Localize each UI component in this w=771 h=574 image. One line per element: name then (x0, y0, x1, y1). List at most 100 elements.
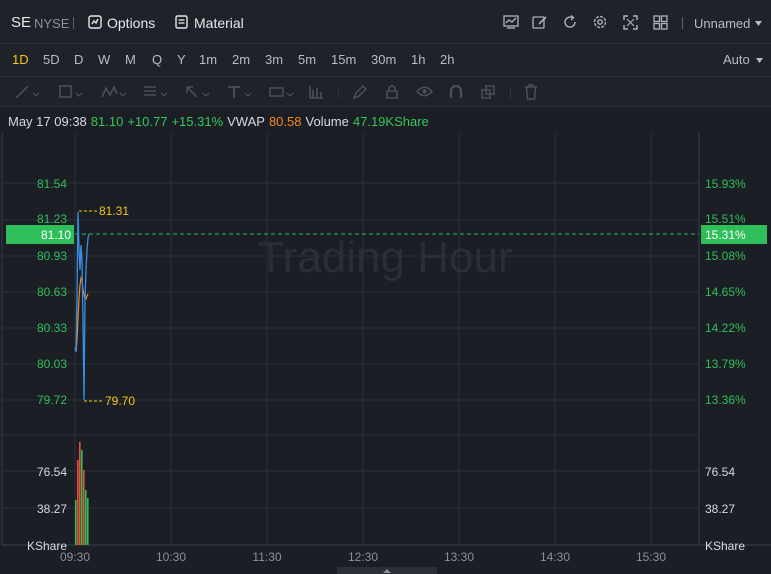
chart-icon[interactable] (503, 15, 519, 29)
options-icon[interactable] (88, 15, 102, 29)
period-y[interactable]: Y (177, 52, 186, 67)
top-toolbar: SE NYSE Options Material Unnamed (0, 0, 771, 44)
price-axis-label: 81.23 (37, 212, 67, 226)
volume-axis-label: 76.54 (37, 465, 67, 479)
high-marker-label: 81.31 (99, 204, 129, 218)
price-axis-label: 80.63 (37, 285, 67, 299)
pen-icon[interactable] (352, 84, 368, 100)
period-1h[interactable]: 1h (411, 52, 425, 67)
period-30m[interactable]: 30m (371, 52, 396, 67)
layout-grid-icon[interactable] (653, 15, 668, 30)
period-1m[interactable]: 1m (199, 52, 217, 67)
symbol-label[interactable]: SE (11, 14, 31, 31)
separator (510, 86, 511, 99)
exchange-label: NYSE (34, 16, 70, 31)
trash-icon[interactable] (524, 84, 538, 100)
period-d[interactable]: D (74, 52, 83, 67)
line-tool-icon[interactable] (14, 84, 40, 100)
quote-price: 81.10 (90, 114, 124, 129)
arrow-tool-icon[interactable] (184, 84, 210, 100)
indicator-tool-icon[interactable] (308, 84, 324, 100)
price-axis-label: 80.93 (37, 249, 67, 263)
quote-datetime: May 17 09:38 (8, 114, 87, 129)
pct-axis-label: 15.08% (705, 249, 746, 263)
vwap-label: VWAP (227, 114, 265, 129)
time-axis-label: 12:30 (348, 550, 378, 564)
volume-bar (83, 470, 85, 545)
caret-down-icon[interactable] (756, 58, 763, 63)
volume-axis-label: 76.54 (705, 465, 735, 479)
volume-unit-label: KShare (705, 539, 745, 553)
period-bar: 1D 5D D W M Q Y 1m 2m 3m 5m 15m 30m 1h 2… (0, 44, 771, 77)
current-pct-tag-label: 15.31% (705, 228, 746, 242)
measure-tool-icon[interactable] (268, 84, 294, 100)
layout-name-select[interactable]: Unnamed (694, 16, 750, 31)
lock-icon[interactable] (384, 84, 400, 100)
refresh-icon[interactable] (562, 14, 578, 30)
price-axis-label: 80.33 (37, 321, 67, 335)
volume-value: 47.19KShare (352, 114, 429, 129)
vwap-value: 80.58 (268, 114, 302, 129)
period-1d[interactable]: 1D (12, 52, 29, 67)
period-q[interactable]: Q (152, 52, 162, 67)
options-button[interactable]: Options (107, 15, 155, 31)
separator (73, 17, 74, 29)
time-axis-label: 13:30 (444, 550, 474, 564)
period-15m[interactable]: 15m (331, 52, 356, 67)
quote-change: +10.77 (127, 114, 168, 129)
period-5d[interactable]: 5D (43, 52, 60, 67)
watermark: Trading Hour (257, 233, 512, 282)
quote-info-bar: May 17 09:38 81.10 +10.77 +15.31% VWAP 80.58 V… (0, 107, 771, 133)
volume-bar (85, 490, 87, 545)
pct-axis-label: 13.79% (705, 357, 746, 371)
volume-label: Volume (305, 114, 349, 129)
period-m[interactable]: M (125, 52, 136, 67)
time-axis-label: 10:30 (156, 550, 186, 564)
volume-axis-label: 38.27 (705, 502, 735, 516)
pct-axis-label: 15.51% (705, 212, 746, 226)
fullscreen-icon[interactable] (623, 15, 638, 30)
edit-icon[interactable] (532, 15, 548, 30)
vertical-gridlines (74, 133, 652, 545)
volume-bar (87, 498, 89, 545)
period-5m[interactable]: 5m (298, 52, 316, 67)
material-button[interactable]: Material (194, 15, 244, 31)
period-w[interactable]: W (98, 52, 110, 67)
pct-axis-label: 13.36% (705, 393, 746, 407)
time-axis-label: 09:30 (60, 550, 90, 564)
volume-axis-label: 38.27 (37, 502, 67, 516)
text-tool-icon[interactable] (226, 84, 252, 100)
eye-icon[interactable] (416, 85, 433, 98)
intraday-chart[interactable]: Trading Hour 81.31 79.70 81.10 15.31% 81… (0, 133, 771, 574)
period-2h[interactable]: 2h (440, 52, 454, 67)
material-icon[interactable] (175, 15, 188, 29)
volume-bars (75, 442, 89, 545)
volume-bar (75, 500, 77, 545)
volume-bar (77, 460, 79, 545)
price-line (74, 211, 90, 401)
low-marker-label: 79.70 (105, 394, 135, 408)
time-axis-label: 11:30 (252, 550, 281, 564)
rectangle-tool-icon[interactable] (58, 84, 84, 100)
separator (338, 86, 339, 99)
pattern-tool-icon[interactable] (101, 84, 127, 100)
quote-change-pct: +15.31% (171, 114, 224, 129)
time-axis-label: 14:30 (540, 550, 570, 564)
pct-axis-label: 14.22% (705, 321, 746, 335)
link-icon[interactable] (480, 84, 496, 100)
fib-tool-icon[interactable] (142, 84, 168, 100)
current-price-tag-label: 81.10 (41, 228, 71, 242)
period-2m[interactable]: 2m (232, 52, 250, 67)
pct-axis-label: 14.65% (705, 285, 746, 299)
gear-icon[interactable] (592, 14, 608, 30)
pct-axis-label: 15.93% (705, 177, 746, 191)
caret-down-icon[interactable] (755, 21, 762, 26)
price-axis-label: 80.03 (37, 357, 67, 371)
volume-bar (79, 442, 81, 545)
time-axis-label: 15:30 (636, 550, 666, 564)
scale-mode-select[interactable]: Auto (723, 52, 750, 67)
magnet-icon[interactable] (448, 84, 464, 100)
price-axis-label: 79.72 (37, 393, 67, 407)
drawing-toolbar (0, 77, 771, 107)
period-3m[interactable]: 3m (265, 52, 283, 67)
